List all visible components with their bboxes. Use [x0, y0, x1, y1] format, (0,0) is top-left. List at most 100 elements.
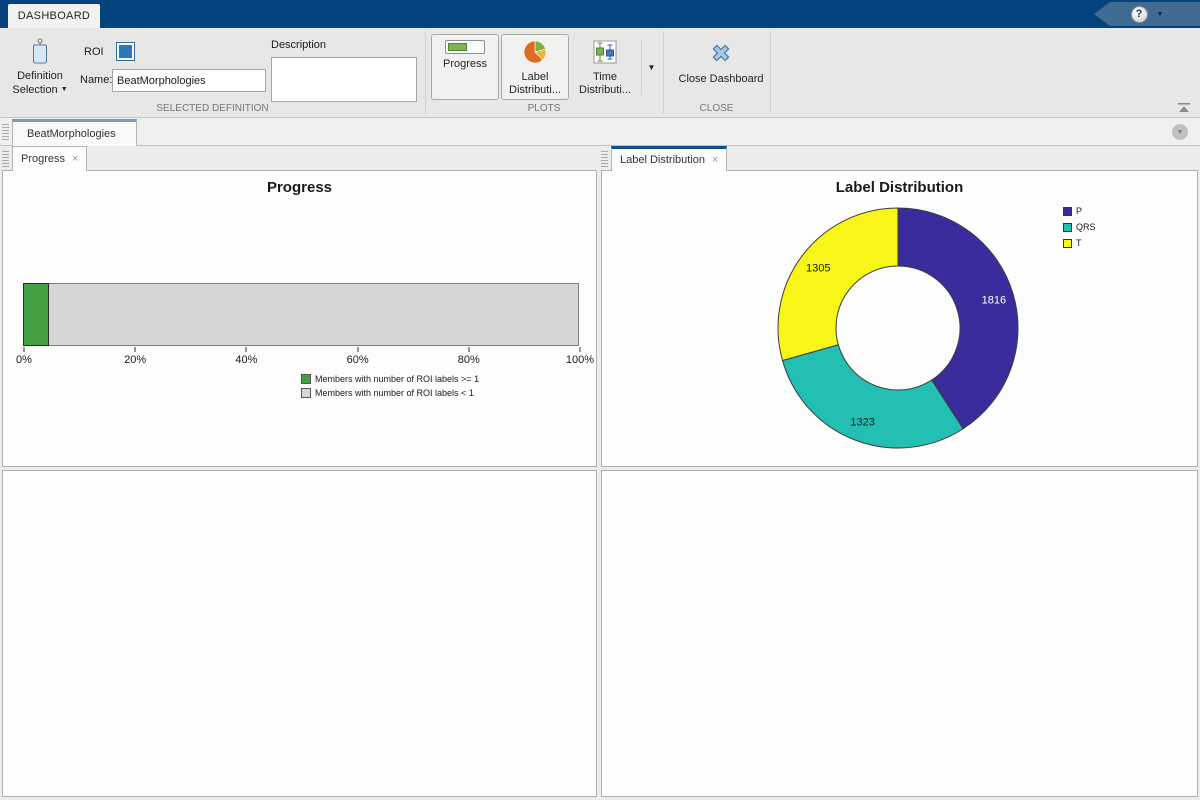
legend-label: QRS — [1076, 222, 1096, 232]
progress-bar-fill — [23, 283, 49, 346]
legend-label: T — [1076, 238, 1082, 248]
legend-swatch — [301, 374, 311, 384]
legend-swatch — [1063, 239, 1072, 248]
legend-item: Members with number of ROI labels < 1 — [301, 388, 479, 398]
titlebar: DASHBOARD ? ▼ — [0, 0, 1200, 28]
subtab-progress-label: Progress — [21, 153, 65, 165]
tab-list-caret-icon: ▼ — [1177, 129, 1184, 136]
axis-tick — [24, 347, 25, 352]
subtab-close-icon[interactable]: × — [712, 154, 718, 166]
axis-tick — [357, 347, 358, 352]
empty-panel-bottom-right — [601, 470, 1198, 797]
legend-item: Members with number of ROI labels >= 1 — [301, 374, 479, 384]
tab-list-menu-button[interactable]: ▼ — [1172, 124, 1188, 140]
plot-button-labeldist-label-2: Distributi... — [509, 84, 561, 97]
help-caret-icon[interactable]: ▼ — [1157, 11, 1164, 18]
roi-label: ROI — [84, 46, 104, 58]
close-dashboard-label: Close Dashboard — [679, 73, 764, 86]
tag-icon — [29, 38, 51, 68]
plots-group-divider — [641, 40, 642, 95]
ribbon-section-divider — [425, 31, 426, 114]
legend-item: QRS — [1063, 222, 1096, 232]
ribbon-section-divider — [663, 31, 664, 114]
progress-bar-track — [23, 283, 579, 346]
ribbon-toolstrip: Definition Selection ▼ ROI Name: Descrip… — [0, 28, 1200, 118]
definition-selection-label-1: Definition — [17, 70, 63, 83]
subtab-label-distribution-label: Label Distribution — [620, 154, 705, 166]
caret-down-icon: ▼ — [648, 63, 656, 72]
progress-chart-panel: Progress 0% 20% 40% 60% 80% 100% Members with… — [2, 170, 597, 467]
progress-axis: 0%20%40%60%80%100% — [24, 347, 580, 377]
axis-tick-label: 0% — [16, 354, 32, 366]
axis-tick — [246, 347, 247, 352]
donut-slice-value: 1816 — [982, 295, 1006, 307]
plot-button-timedist-label-1: Time — [593, 71, 617, 84]
plot-button-time-distribution[interactable]: Time Distributi... — [571, 34, 639, 100]
plot-button-progress-label: Progress — [443, 58, 487, 71]
legend-swatch — [1063, 223, 1072, 232]
pie-chart-icon — [523, 40, 547, 67]
plot-button-labeldist-label-1: Label — [522, 71, 549, 84]
axis-tick — [580, 347, 581, 352]
document-tab-label: BeatMorphologies — [27, 128, 116, 140]
axis-tick — [135, 347, 136, 352]
progress-chart-title: Progress — [3, 179, 596, 196]
tab-dashboard-label: DASHBOARD — [18, 10, 90, 22]
ribbon-section-divider — [770, 31, 771, 114]
description-input[interactable] — [271, 57, 417, 102]
empty-panel-bottom-left — [2, 470, 597, 797]
donut-slice-QRS — [782, 345, 963, 448]
document-tab-bar: BeatMorphologies ▼ — [0, 118, 1200, 146]
help-button[interactable]: ? ▼ — [1094, 2, 1200, 26]
donut-slice-value: 1305 — [806, 263, 830, 275]
plot-button-label-distribution[interactable]: Label Distributi... — [501, 34, 569, 100]
donut-svg: 181613231305 — [602, 171, 1199, 466]
boxplot-icon — [593, 40, 617, 67]
subtab-label-distribution[interactable]: Label Distribution × — [611, 146, 727, 171]
axis-tick-label: 100% — [566, 354, 594, 366]
axis-tick-label: 40% — [235, 354, 257, 366]
axis-tick-label: 20% — [124, 354, 146, 366]
legend-swatch — [1063, 207, 1072, 216]
legend-label: Members with number of ROI labels >= 1 — [315, 374, 479, 384]
subtab-close-icon[interactable]: × — [72, 153, 78, 165]
legend-label: P — [1076, 206, 1082, 216]
help-icon[interactable]: ? — [1131, 6, 1148, 23]
roi-color-fill — [119, 45, 132, 58]
description-label: Description — [271, 39, 326, 51]
donut-slice-T — [778, 208, 898, 361]
name-label: Name: — [80, 74, 112, 86]
roi-color-swatch[interactable] — [116, 42, 135, 61]
label-distribution-chart-panel: Label Distribution 181613231305 PQRST — [601, 170, 1198, 467]
definition-selection-button[interactable]: Definition Selection ▼ — [4, 34, 76, 100]
definition-selection-label-2: Selection ▼ — [12, 83, 67, 97]
dashboard-panel-area: Progress × Label Distribution × Progress… — [0, 146, 1200, 800]
dropdown-caret-icon: ▼ — [61, 86, 68, 93]
plot-button-timedist-label-2: Distributi... — [579, 84, 631, 97]
axis-tick — [468, 347, 469, 352]
name-input[interactable] — [112, 69, 266, 92]
panel-grip[interactable] — [2, 151, 9, 167]
legend-label: Members with number of ROI labels < 1 — [315, 388, 474, 398]
close-x-icon — [708, 40, 734, 69]
section-label-plots: PLOTS — [425, 103, 663, 114]
legend-item: P — [1063, 206, 1096, 216]
tab-bar-grip[interactable] — [2, 124, 9, 140]
progress-legend: Members with number of ROI labels >= 1 Me… — [301, 374, 479, 398]
subtab-progress[interactable]: Progress × — [12, 146, 87, 171]
donut-legend: P QRS T — [1063, 206, 1096, 248]
close-dashboard-button[interactable]: Close Dashboard — [673, 34, 769, 100]
document-tab-beatmorphologies[interactable]: BeatMorphologies — [12, 119, 137, 146]
collapse-ribbon-button[interactable] — [1176, 101, 1192, 114]
tab-dashboard[interactable]: DASHBOARD — [8, 4, 100, 28]
axis-tick-label: 80% — [458, 354, 480, 366]
section-label-close: CLOSE — [663, 103, 770, 114]
axis-tick-label: 60% — [347, 354, 369, 366]
legend-swatch — [301, 388, 311, 398]
panel-grip[interactable] — [601, 151, 608, 167]
section-label-selected-definition: SELECTED DEFINITION — [0, 103, 425, 114]
plot-button-progress[interactable]: Progress — [431, 34, 499, 100]
legend-item: T — [1063, 238, 1096, 248]
plots-gallery-caret[interactable]: ▼ — [644, 34, 659, 100]
progress-bar-icon — [445, 40, 485, 54]
